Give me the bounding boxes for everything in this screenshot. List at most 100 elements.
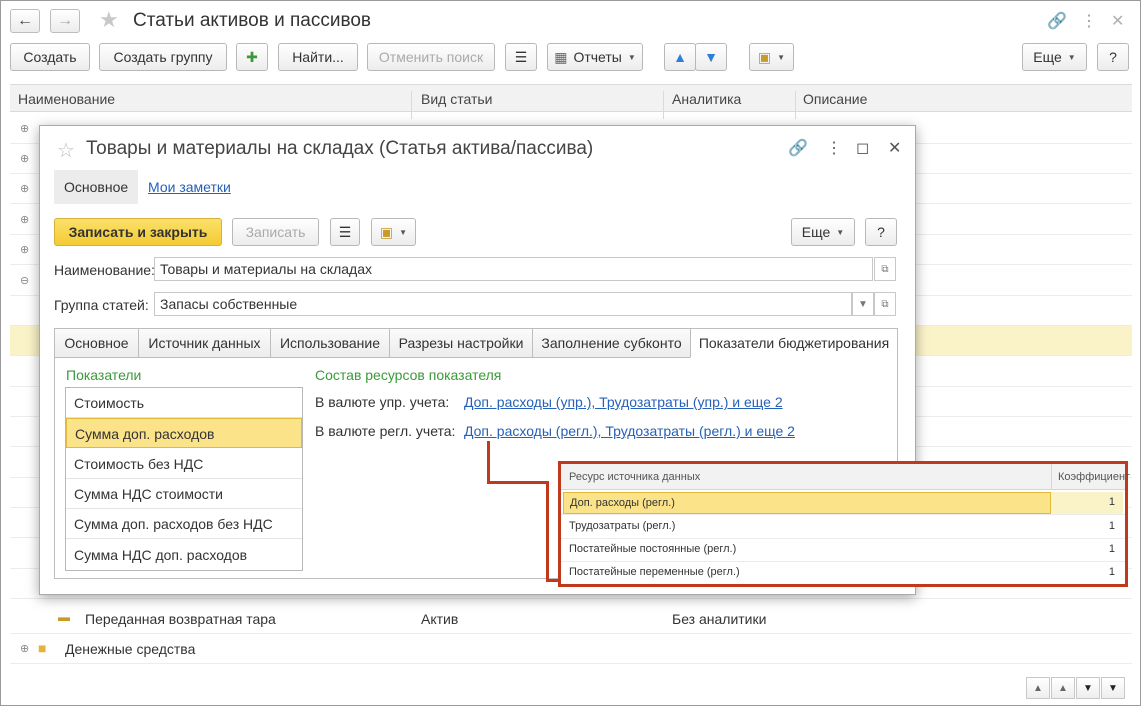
title-bar: ← → ★ Статьи активов и пассивов 🔗 ⋮ ✕: [1, 1, 1140, 41]
list-view-button[interactable]: ☰: [505, 43, 537, 71]
reports-button[interactable]: ▦ Отчеты ▼: [547, 43, 643, 71]
scroll-up-button[interactable]: ▲: [1051, 677, 1075, 699]
list-item[interactable]: Стоимость: [66, 388, 302, 418]
group-field[interactable]: Запасы собственные: [154, 292, 852, 316]
list-item[interactable]: Сумма НДС стоимости: [66, 479, 302, 509]
open-field-button[interactable]: ⧉: [874, 257, 896, 281]
row-name: Переданная возвратная тара: [85, 611, 276, 627]
column-name[interactable]: Наименование: [18, 91, 115, 107]
help-button[interactable]: ?: [1097, 43, 1129, 71]
expand-icon[interactable]: ⊕: [20, 642, 29, 655]
close-icon[interactable]: ✕: [1111, 11, 1124, 31]
expand-icon[interactable]: ⊕: [20, 243, 29, 256]
move-up-button[interactable]: ▲: [664, 43, 696, 71]
reg-resources-link[interactable]: Доп. расходы (регл.), Трудозатраты (регл…: [464, 423, 795, 439]
column-analytics[interactable]: Аналитика: [672, 91, 741, 107]
move-down-button[interactable]: ▼: [695, 43, 727, 71]
resources-callout-table: Ресурс источника данных Коэффициент Доп.…: [558, 461, 1130, 587]
tab-settings-dimensions[interactable]: Разрезы настройки: [389, 328, 533, 358]
arrow-right-icon: →: [57, 12, 73, 29]
favorite-star-icon[interactable]: ☆: [57, 138, 75, 163]
open-field-button[interactable]: ⧉: [874, 292, 896, 316]
collapse-icon[interactable]: ⊖: [20, 274, 29, 287]
table-row[interactable]: ▬ Переданная возвратная тара Актив Без а…: [10, 604, 1132, 634]
save-button[interactable]: Записать: [232, 218, 319, 246]
reg-currency-label: В валюте регл. учета:: [315, 423, 456, 439]
table-row[interactable]: ⊕ ■ Денежные средства: [10, 634, 1132, 664]
create-button[interactable]: Создать: [10, 43, 90, 71]
table-row[interactable]: Постатейные постоянные (регл.) 1: [561, 539, 1125, 562]
link-icon[interactable]: 🔗: [1047, 11, 1067, 31]
main-toolbar: Создать Создать группу ✚ Найти... Отмени…: [1, 43, 1140, 75]
expand-icon[interactable]: ⊕: [20, 213, 29, 226]
create-group-button[interactable]: Создать группу: [99, 43, 227, 71]
back-button[interactable]: ←: [10, 9, 40, 33]
coefficient-cell: 1: [1108, 566, 1115, 578]
name-field[interactable]: Товары и материалы на складах: [154, 257, 873, 281]
list-item[interactable]: Стоимость без НДС: [66, 449, 302, 479]
scroll-top-button[interactable]: ▲: [1026, 677, 1050, 699]
expand-icon[interactable]: ⊕: [20, 152, 29, 165]
open-window-icon: ⧉: [881, 263, 889, 275]
double-down-icon: ▼: [1108, 682, 1118, 694]
maximize-icon[interactable]: ◻: [856, 138, 869, 158]
callout-connector: [546, 481, 549, 582]
tab-budget-indicators[interactable]: Показатели бюджетирования: [690, 328, 898, 358]
more-button[interactable]: Еще ▼: [1022, 43, 1087, 71]
list-view-button[interactable]: ☰: [330, 218, 360, 246]
column-description[interactable]: Описание: [803, 91, 867, 107]
find-button[interactable]: Найти...: [278, 43, 358, 71]
mgmt-currency-label: В валюте упр. учета:: [315, 394, 450, 410]
print-menu-button[interactable]: ▣ ▼: [749, 43, 794, 71]
dialog-title: Товары и материалы на складах (Статья ак…: [86, 138, 594, 159]
more-button[interactable]: Еще ▼: [791, 218, 855, 246]
double-up-icon: ▲: [1033, 682, 1043, 694]
callout-connector: [487, 441, 490, 484]
print-menu-button[interactable]: ▣ ▼: [371, 218, 416, 246]
item-icon: ▬: [58, 610, 70, 624]
scroll-bottom-button[interactable]: ▼: [1101, 677, 1125, 699]
expand-icon[interactable]: ⊕: [20, 182, 29, 195]
chevron-down-icon: ▼: [858, 298, 868, 310]
column-type[interactable]: Вид статьи: [421, 91, 492, 107]
table-row[interactable]: Трудозатраты (регл.) 1: [561, 516, 1125, 539]
indicators-list: Стоимость Сумма доп. расходов Стоимость …: [65, 387, 303, 571]
list-item-selected[interactable]: Сумма доп. расходов: [66, 418, 302, 448]
column-separator: [1051, 464, 1052, 490]
link-icon[interactable]: 🔗: [788, 138, 808, 158]
arrow-left-icon: ←: [17, 12, 33, 29]
tab-subconto-filling[interactable]: Заполнение субконто: [532, 328, 691, 358]
name-label: Наименование:: [54, 262, 155, 278]
column-resource[interactable]: Ресурс источника данных: [569, 471, 700, 483]
save-and-close-button[interactable]: Записать и закрыть: [54, 218, 222, 246]
favorite-star-icon[interactable]: ★: [99, 9, 119, 31]
menu-dots-icon[interactable]: ⋮: [1081, 11, 1097, 31]
resource-cell: Трудозатраты (регл.): [569, 520, 676, 532]
copy-button[interactable]: ✚: [236, 43, 268, 71]
group-dropdown-button[interactable]: ▼: [852, 292, 874, 316]
resource-cell: Постатейные переменные (регл.): [569, 566, 740, 578]
tab-main[interactable]: Основное: [54, 328, 139, 358]
cancel-search-button[interactable]: Отменить поиск: [367, 43, 495, 71]
table-row-selected[interactable]: Доп. расходы (регл.) 1: [561, 492, 1125, 515]
folder-icon: ■: [38, 640, 47, 656]
menu-dots-icon[interactable]: ⋮: [826, 138, 842, 158]
list-item[interactable]: Сумма доп. расходов без НДС: [66, 509, 302, 539]
forward-button[interactable]: →: [50, 9, 80, 33]
subtab-notes[interactable]: Мои заметки: [138, 170, 241, 204]
table-row[interactable]: Постатейные переменные (регл.) 1: [561, 562, 1125, 585]
more-label: Еще: [801, 224, 831, 240]
help-button[interactable]: ?: [865, 218, 897, 246]
document-clock-icon: ▣: [379, 223, 394, 240]
expand-icon[interactable]: ⊕: [20, 122, 29, 135]
arrow-down-icon: ▼: [704, 49, 718, 65]
mgmt-resources-link[interactable]: Доп. расходы (упр.), Трудозатраты (упр.)…: [464, 394, 783, 410]
tab-usage[interactable]: Использование: [270, 328, 390, 358]
list-item[interactable]: Сумма НДС доп. расходов: [66, 540, 302, 570]
close-icon[interactable]: ✕: [888, 138, 901, 158]
subtab-main[interactable]: Основное: [54, 170, 139, 204]
tab-data-source[interactable]: Источник данных: [138, 328, 271, 358]
column-coefficient[interactable]: Коэффициент: [1058, 471, 1130, 483]
group-label: Группа статей:: [54, 297, 149, 313]
scroll-down-button[interactable]: ▼: [1076, 677, 1100, 699]
